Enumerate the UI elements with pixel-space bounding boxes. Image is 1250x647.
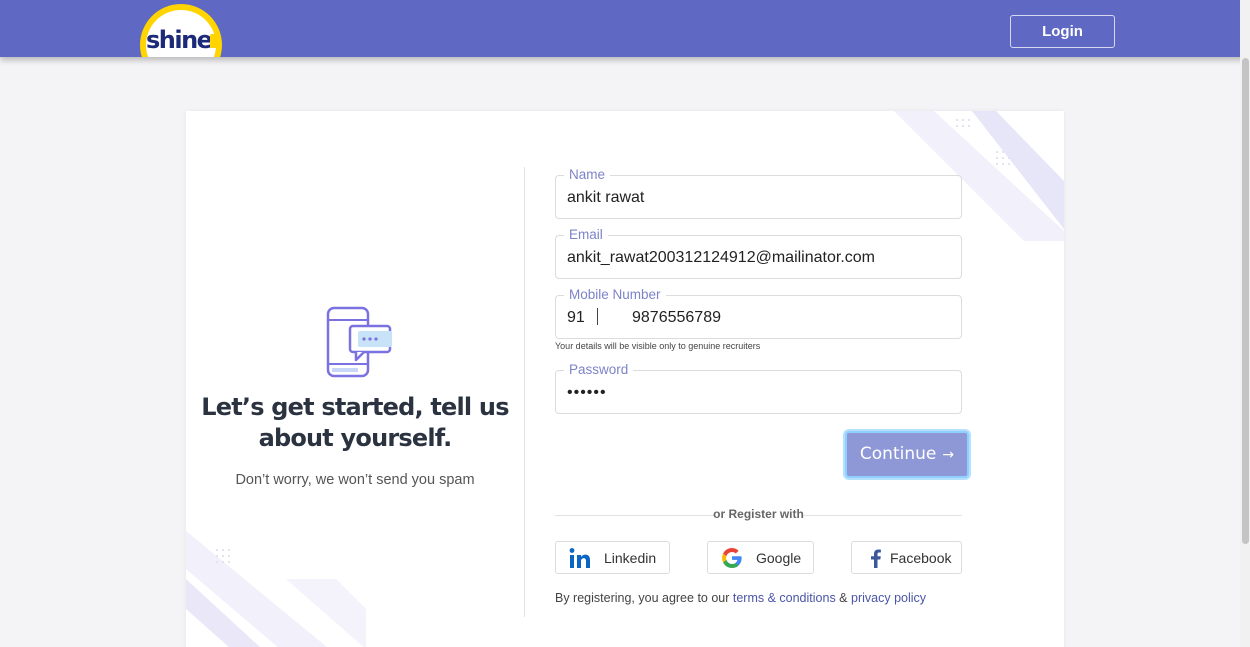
name-label: Name	[564, 167, 611, 183]
heading-line-2: about yourself.	[258, 424, 453, 452]
signup-card: Let’s get started, tell us about yoursel…	[186, 111, 1064, 647]
mobile-input-value[interactable]: 9876556789	[632, 309, 721, 327]
country-code[interactable]: 91	[567, 309, 585, 327]
page-heading: Let’s get started, tell us about yoursel…	[186, 392, 524, 454]
mobile-hint: Your details will be visible only to gen…	[555, 341, 761, 351]
google-icon	[722, 548, 742, 568]
privacy-link[interactable]: privacy policy	[851, 591, 926, 605]
google-label: Google	[756, 550, 802, 566]
mobile-separator	[597, 308, 598, 325]
logo-text: shine	[146, 26, 213, 54]
page-scrollbar[interactable]	[1240, 0, 1250, 647]
linkedin-label: Linkedin	[604, 550, 657, 566]
page-subtitle: Don’t worry, we won’t send you spam	[235, 472, 475, 488]
linkedin-button[interactable]: Linkedin	[555, 541, 670, 574]
name-input-value[interactable]: ankit rawat	[567, 189, 644, 207]
vertical-divider	[524, 167, 525, 617]
top-header: shine Login	[0, 0, 1250, 57]
shine-logo[interactable]: shine	[140, 4, 222, 57]
terms-prefix: By registering, you agree to our	[555, 591, 733, 605]
arrow-right-icon: →	[942, 447, 955, 463]
name-field[interactable]: Name ankit rawat	[555, 167, 962, 219]
terms-link[interactable]: terms & conditions	[733, 591, 836, 605]
logo-dot-com	[210, 34, 219, 48]
card-decoration-bottom-left	[186, 531, 366, 647]
google-button[interactable]: Google	[707, 541, 814, 574]
password-label: Password	[564, 362, 634, 378]
phone-chat-icon	[326, 306, 392, 378]
email-field[interactable]: Email ankit_rawat200312124912@mailinator…	[555, 227, 962, 279]
facebook-button[interactable]: Facebook	[851, 541, 962, 574]
continue-label: Continue	[859, 444, 937, 464]
mobile-field[interactable]: Mobile Number 91 9876556789	[555, 287, 962, 339]
password-input-value[interactable]: ••••••	[567, 384, 607, 402]
password-field[interactable]: Password ••••••	[555, 362, 962, 414]
heading-line-1: Let’s get started, tell us	[201, 393, 509, 421]
login-button[interactable]: Login	[1010, 15, 1115, 48]
facebook-icon	[871, 549, 881, 568]
or-register-with: or Register with	[713, 507, 804, 521]
mobile-label: Mobile Number	[564, 287, 666, 303]
scrollbar-thumb[interactable]	[1241, 58, 1249, 544]
linkedin-icon	[569, 548, 590, 568]
email-label: Email	[564, 227, 608, 243]
continue-button[interactable]: Continue →	[845, 431, 969, 478]
terms-and: &	[835, 591, 851, 605]
facebook-label: Facebook	[890, 550, 952, 566]
terms-text: By registering, you agree to our terms &…	[555, 591, 926, 605]
email-input-value[interactable]: ankit_rawat200312124912@mailinator.com	[567, 249, 875, 267]
